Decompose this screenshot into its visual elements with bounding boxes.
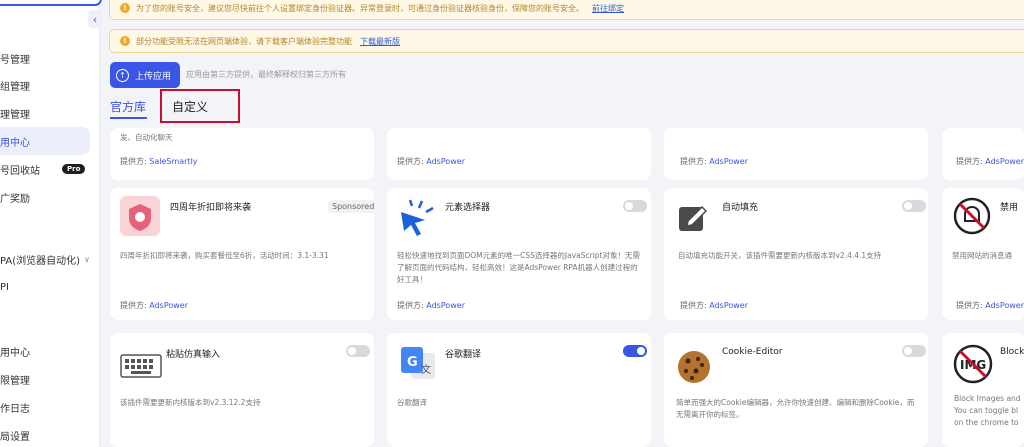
tab-official[interactable]: 官方库: [110, 98, 146, 115]
enable-toggle[interactable]: [902, 345, 926, 357]
app-card-block-images[interactable]: IMG Block Block Images and You can toggl…: [942, 333, 1024, 447]
sponsored-badge: Sponsored: [328, 200, 374, 213]
download-link[interactable]: 下载最新版: [360, 36, 400, 47]
app-card-autofill[interactable]: 自动填充 自动填充功能开关，该插件需要更新内核版本到v2.4.4.1支持 提供方…: [664, 188, 928, 320]
provider-label: 提供方: AdsPower: [397, 157, 466, 166]
edit-icon: [679, 205, 708, 231]
sidebar-item-rpa[interactable]: PA(浏览器自动化) ∨: [0, 245, 90, 273]
app-card-cookie-editor[interactable]: Cookie-Editor 简单而强大的Cookie编辑器，允许你快速创建、编辑…: [664, 333, 928, 447]
sidebar-item-logs[interactable]: 作日志: [0, 393, 90, 421]
sidebar-item-app-center[interactable]: 用中心: [0, 127, 90, 155]
sidebar-item-permission[interactable]: 限管理: [0, 365, 90, 393]
provider-label: 提供方: AdsPower: [680, 301, 749, 310]
bell-off-icon: [953, 197, 991, 235]
keyboard-icon: [120, 354, 162, 378]
chevron-down-icon: ∨: [84, 254, 90, 264]
gift-shield-icon: [120, 196, 160, 236]
sidebar-item-recycle-bin[interactable]: 号回收站 Pro: [0, 155, 90, 183]
app-card[interactable]: 提供方: AdsPower: [942, 128, 1024, 180]
provider-label: 提供方: AdsPower: [680, 157, 749, 166]
security-notice: ! 为了您的账号安全，建议您尽快前往个人设置绑定身份验证器。异常登录时，可通过身…: [109, 0, 1024, 20]
provider-label: 提供方: SaleSmartly: [120, 157, 198, 166]
sidebar-item-api[interactable]: PI: [0, 273, 90, 301]
cookie-icon: [678, 351, 710, 383]
app-card[interactable]: 提供方: AdsPower: [387, 128, 651, 180]
active-tab-indicator: [110, 117, 147, 119]
enable-toggle[interactable]: [623, 345, 647, 357]
app-card-google-translate[interactable]: G 文 谷歌翻译 谷歌翻译: [387, 333, 651, 447]
sidebar-item-account-manage[interactable]: 号管理: [0, 44, 90, 72]
highlight-box: [160, 89, 240, 123]
svg-text:文: 文: [421, 363, 431, 376]
browser-notice: ! 部分功能受限无法在网页端体验，请下载客户端体验完整功能 下载最新版: [109, 29, 1024, 53]
app-card-anniversary[interactable]: 四周年折扣即将来袭 Sponsored 四周年折扣即将来袭，购买套餐低至6折，活…: [110, 188, 374, 320]
pro-badge: Pro: [62, 164, 86, 174]
provider-label: 提供方: AdsPower: [956, 301, 1024, 310]
app-card-paste-input[interactable]: 粘贴仿真输入 该插件需要更新内核版本到v2.3.12.2支持: [110, 333, 374, 447]
sidebar-item-settings[interactable]: 局设置: [0, 421, 90, 447]
sidebar-item-referral[interactable]: 广奖励: [0, 183, 90, 211]
app-card-disable-notifications[interactable]: 禁用 禁用网站的消息通 提供方: AdsPower: [942, 188, 1024, 320]
app-card[interactable]: 发、自动化聊天 提供方: SaleSmartly: [110, 128, 374, 180]
enable-toggle[interactable]: [623, 200, 647, 212]
enable-toggle[interactable]: [902, 200, 926, 212]
provider-label: 提供方: AdsPower: [956, 157, 1024, 166]
warning-icon: !: [120, 36, 130, 46]
sidebar: ‹ 号管理 组管理 理管理 用中心 号回收站 Pro 广奖励 PA(浏览器自动化)…: [0, 0, 102, 447]
app-card-element-selector[interactable]: 元素选择器 轻松快速地找到页面DOM元素的唯一CSS选择器的JavaScript…: [387, 188, 651, 320]
provider-label: 提供方: AdsPower: [397, 301, 466, 310]
sidebar-item-group-manage[interactable]: 组管理: [0, 71, 90, 99]
bind-link[interactable]: 前往绑定: [592, 3, 624, 14]
translate-icon: G 文: [401, 347, 435, 379]
provider-label: 提供方: AdsPower: [120, 301, 189, 310]
upload-hint: 应用由第三方提供，最终解释权归第三方所有: [186, 70, 346, 79]
cursor-click-icon: [401, 199, 434, 236]
upload-app-button[interactable]: ↑ 上传应用: [110, 62, 180, 88]
enable-toggle[interactable]: [346, 345, 370, 357]
sidebar-item-proxy-manage[interactable]: 理管理: [0, 99, 90, 127]
main-content: ! 为了您的账号安全，建议您尽快前往个人设置绑定身份验证器。异常登录时，可通过身…: [100, 0, 1024, 447]
warning-icon: !: [120, 3, 130, 13]
chevron-left-icon: ‹: [92, 12, 98, 26]
app-card[interactable]: 提供方: AdsPower: [664, 128, 928, 180]
upload-icon: ↑: [116, 68, 129, 82]
svg-text:G: G: [407, 355, 418, 370]
sidebar-item-user-center[interactable]: 用中心: [0, 337, 90, 365]
block-image-icon: IMG: [953, 344, 993, 384]
sidebar-top-button[interactable]: [0, 0, 102, 6]
